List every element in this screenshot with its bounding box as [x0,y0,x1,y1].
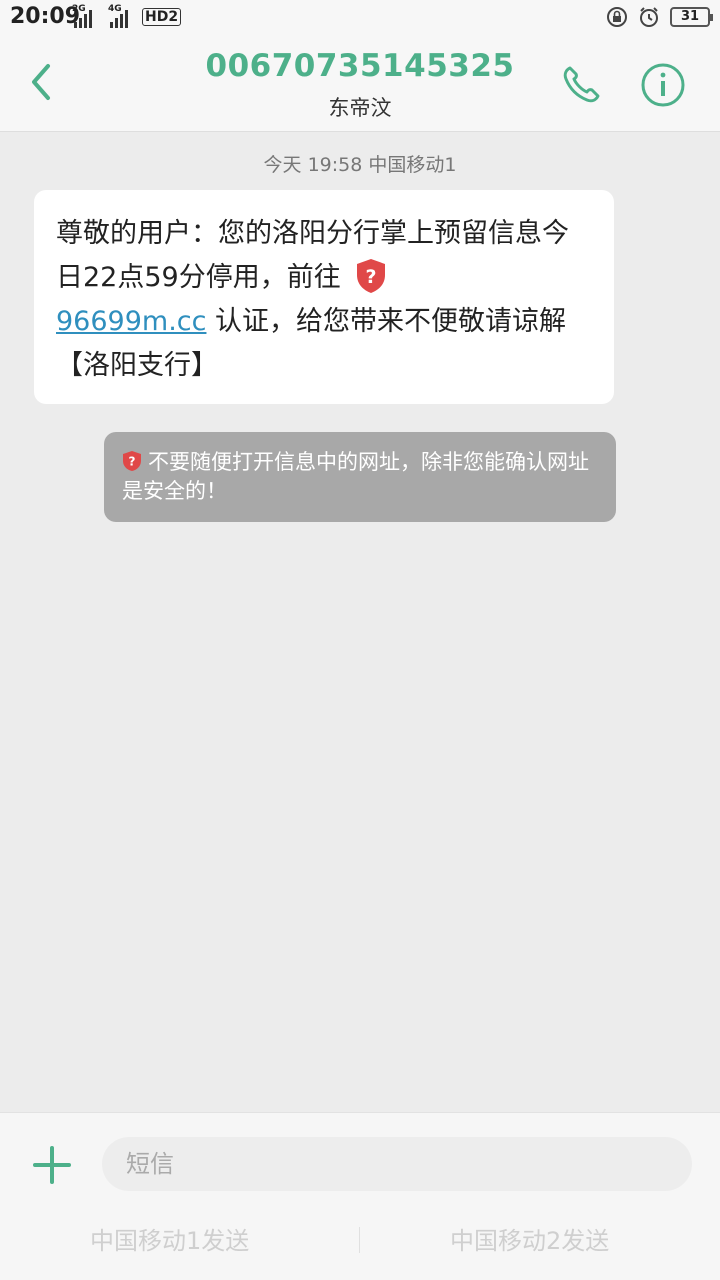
send-divider [359,1227,360,1253]
signal-4g-icon: 4G [108,4,128,28]
phone-icon[interactable] [560,64,602,106]
send-sim1-button[interactable]: 中国移动1发送 [90,1221,249,1256]
svg-text:?: ? [129,455,136,469]
status-time: 20:09 [10,4,81,29]
hd-icon: HD2 [142,8,182,26]
contact-location: 东帝汶 [328,96,392,120]
warning-text: 不要随便打开信息中的网址，除非您能确认网址是安全的！ [122,450,589,503]
conversation-header: 00670735145325 东帝汶 [0,36,720,132]
security-warning: ? 不要随便打开信息中的网址，除非您能确认网址是安全的！ [104,432,616,522]
message-link[interactable]: 96699m.cc [56,306,206,337]
conversation-area[interactable]: 今天 19:58 中国移动1 尊敬的用户：您的洛阳分行掌上预留信息今日22点59… [0,132,720,1112]
message-text-part1: 尊敬的用户：您的洛阳分行掌上预留信息今日22点59分停用，前往 [56,218,569,293]
plus-icon[interactable] [32,1145,72,1185]
svg-text:?: ? [365,266,376,288]
sms-input[interactable] [102,1137,692,1191]
lock-rotation-icon [607,7,627,27]
contact-number: 00670735145325 [205,48,515,84]
message-bubble[interactable]: 尊敬的用户：您的洛阳分行掌上预留信息今日22点59分停用，前往 ? 96699m… [34,190,614,404]
alarm-icon [640,7,658,27]
signal-2g-icon: 2G [72,4,92,28]
send-sim2-button[interactable]: 中国移动2发送 [450,1221,609,1256]
message-timestamp: 今天 19:58 中国移动1 [263,154,457,176]
composer-bar: 中国移动1发送 中国移动2发送 [0,1112,720,1280]
shield-question-icon[interactable]: ? [355,258,387,294]
status-bar: 20:09 2G 4G HD2 31 [0,0,720,36]
warning-shield-icon: ? [123,451,141,471]
battery-icon: 31 [670,7,713,27]
info-icon[interactable] [640,62,686,108]
